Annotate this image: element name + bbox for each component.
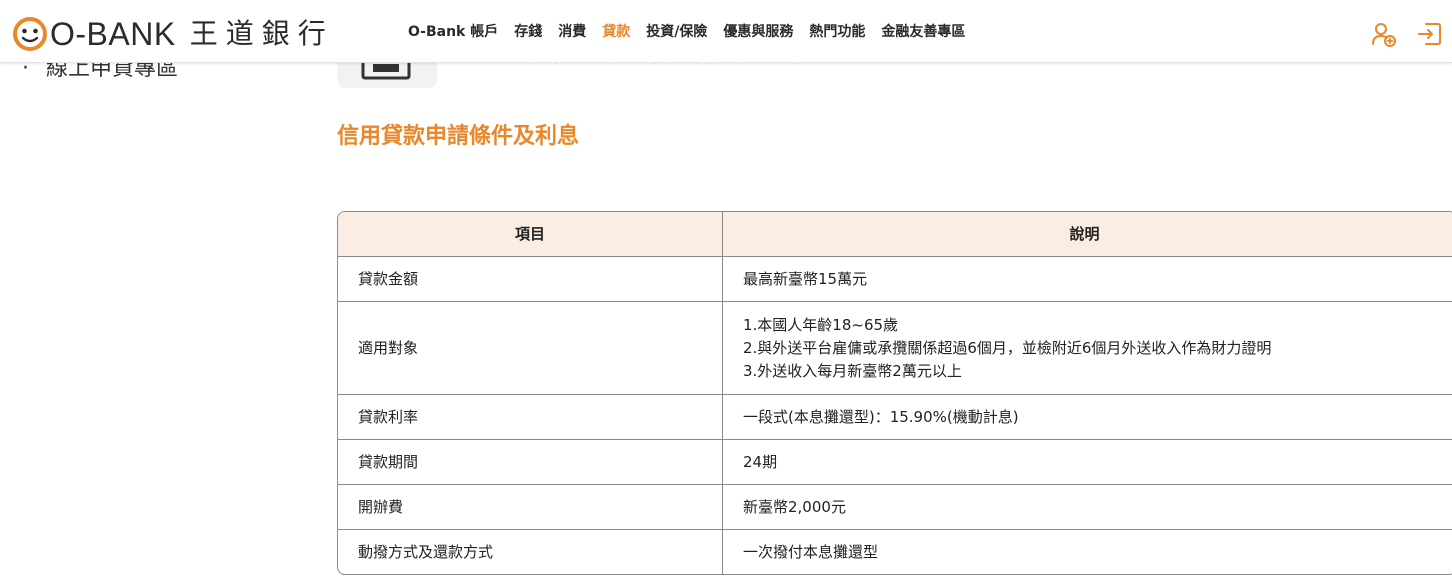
nav-item-invest-insurance[interactable]: 投資/保險 bbox=[646, 22, 707, 42]
row-description: 1.本國人年齡18~65歲 2.與外送平台雇傭或承攬關係超過6個月，並檢附近6個… bbox=[723, 302, 1452, 395]
row-description: 一段式(本息攤還型)：15.90%(機動計息) bbox=[723, 395, 1452, 440]
table-row: 動撥方式及還款方式 一次撥付本息攤還型 bbox=[338, 530, 1452, 574]
row-description: 24期 bbox=[723, 440, 1452, 485]
description-line: 新臺幣2,000元 bbox=[743, 497, 846, 516]
row-item: 貸款期間 bbox=[338, 440, 723, 485]
nav-item-financial-friendly[interactable]: 金融友善專區 bbox=[881, 22, 965, 42]
logout-icon[interactable] bbox=[1416, 20, 1444, 48]
section-title: 信用貸款申請條件及利息 bbox=[337, 124, 580, 149]
nav-item-loans[interactable]: 貸款 bbox=[602, 22, 630, 42]
top-header: O-BANK 王道銀行 O-Bank 帳戶 存錢 消費 貸款 投資/保險 優惠與… bbox=[0, 0, 1452, 63]
table-row: 貸款利率 一段式(本息攤還型)：15.90%(機動計息) bbox=[338, 395, 1452, 440]
description-line: 24期 bbox=[743, 452, 778, 471]
row-description: 最高新臺幣15萬元 bbox=[723, 257, 1452, 302]
logo-text-zh: 王道銀行 bbox=[189, 17, 334, 50]
logo-text-en: O-BANK bbox=[50, 16, 176, 52]
row-description: 新臺幣2,000元 bbox=[723, 485, 1452, 530]
row-item: 適用對象 bbox=[338, 302, 723, 395]
loan-terms-table: 項目 說明 貸款金額 最高新臺幣15萬元 適用對象 1.本國人年齡18~65歲 … bbox=[337, 211, 1452, 575]
description-line: 一次撥付本息攤還型 bbox=[743, 542, 879, 561]
main-nav: O-Bank 帳戶 存錢 消費 貸款 投資/保險 優惠與服務 熱門功能 金融友善… bbox=[408, 22, 981, 42]
description-line: 一段式(本息攤還型)：15.90%(機動計息) bbox=[743, 407, 1019, 426]
table-row: 貸款期間 24期 bbox=[338, 440, 1452, 485]
nav-item-spending[interactable]: 消費 bbox=[558, 22, 586, 42]
description-line: 1.本國人年齡18~65歲 bbox=[743, 315, 899, 334]
nav-item-savings[interactable]: 存錢 bbox=[514, 22, 542, 42]
description-line: 3.外送收入每月新臺幣2萬元以上 bbox=[743, 361, 962, 380]
user-add-icon[interactable] bbox=[1370, 20, 1398, 48]
row-item: 貸款金額 bbox=[338, 257, 723, 302]
row-item: 動撥方式及還款方式 bbox=[338, 530, 723, 574]
table-row: 貸款金額 最高新臺幣15萬元 bbox=[338, 257, 1452, 302]
obank-logo[interactable]: O-BANK 王道銀行 bbox=[12, 14, 334, 54]
table-row: 開辦費 新臺幣2,000元 bbox=[338, 485, 1452, 530]
row-item: 貸款利率 bbox=[338, 395, 723, 440]
nav-item-offers-services[interactable]: 優惠與服務 bbox=[723, 22, 793, 42]
nav-item-account[interactable]: O-Bank 帳戶 bbox=[408, 22, 498, 42]
column-header-description: 說明 bbox=[723, 212, 1452, 257]
smiley-logo-icon bbox=[13, 17, 47, 51]
description-line: 最高新臺幣15萬元 bbox=[743, 269, 868, 288]
row-description: 一次撥付本息攤還型 bbox=[723, 530, 1452, 574]
table-header-row: 項目 說明 bbox=[338, 212, 1452, 257]
table-row: 適用對象 1.本國人年齡18~65歲 2.與外送平台雇傭或承攬關係超過6個月，並… bbox=[338, 302, 1452, 395]
column-header-item: 項目 bbox=[338, 212, 723, 257]
nav-item-popular-features[interactable]: 熱門功能 bbox=[809, 22, 865, 42]
description-line: 2.與外送平台雇傭或承攬關係超過6個月，並檢附近6個月外送收入作為財力證明 bbox=[743, 338, 1272, 357]
row-item: 開辦費 bbox=[338, 485, 723, 530]
